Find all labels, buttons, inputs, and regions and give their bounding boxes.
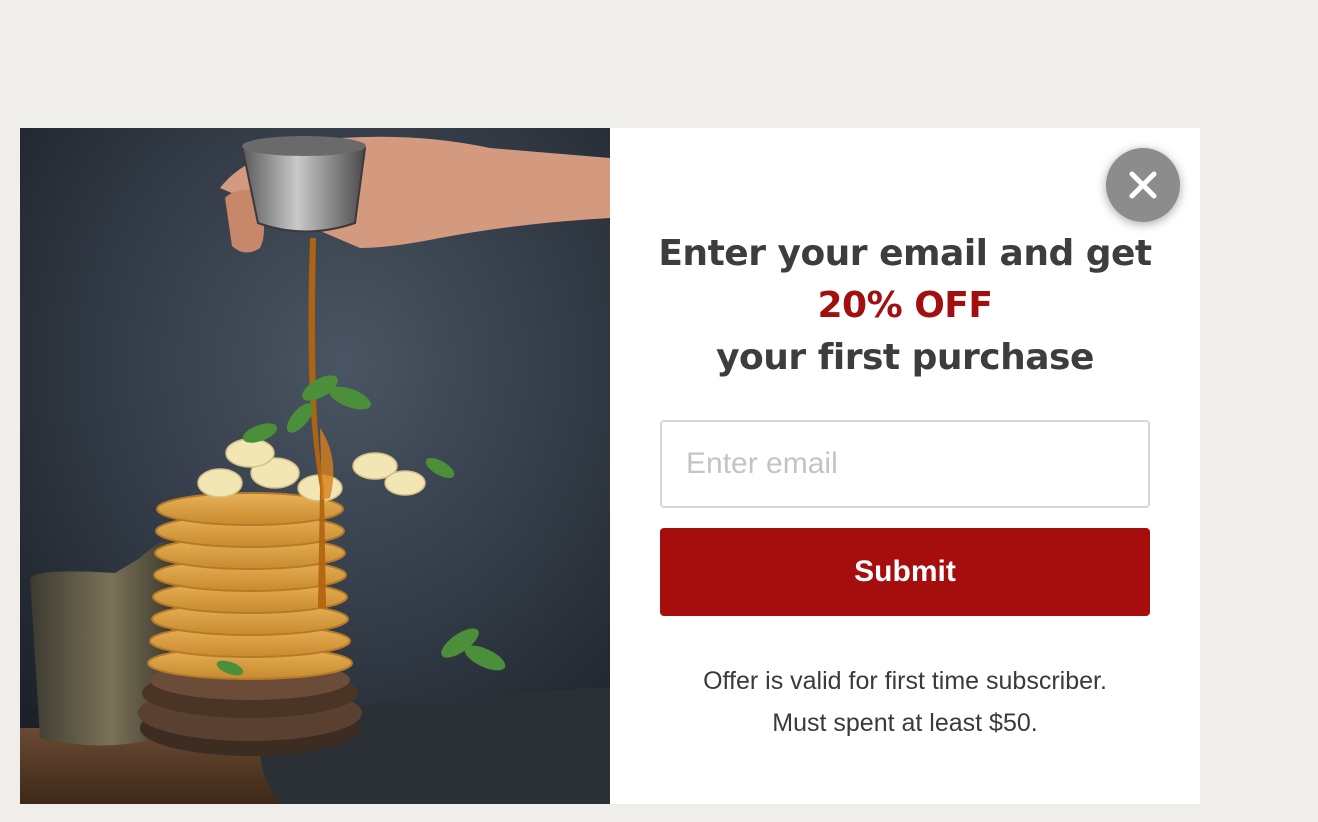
newsletter-modal: Enter your email and get 20% OFF your fi… bbox=[20, 128, 1200, 804]
disclaimer-line-2: Must spent at least $50. bbox=[772, 709, 1038, 737]
headline-line-1: Enter your email and get bbox=[658, 233, 1152, 274]
offer-disclaimer: Offer is valid for first time subscriber… bbox=[610, 660, 1200, 744]
email-field[interactable] bbox=[660, 420, 1150, 508]
offer-headline: Enter your email and get 20% OFF your fi… bbox=[610, 228, 1200, 384]
submit-button[interactable]: Submit bbox=[660, 528, 1150, 616]
close-icon bbox=[1129, 171, 1157, 199]
discount-highlight: 20% OFF bbox=[817, 285, 994, 326]
signup-form-panel: Enter your email and get 20% OFF your fi… bbox=[610, 128, 1200, 804]
disclaimer-line-1: Offer is valid for first time subscriber… bbox=[703, 667, 1107, 695]
promo-image bbox=[20, 128, 610, 804]
pancake-stack-illustration bbox=[20, 128, 610, 804]
headline-line-3: your first purchase bbox=[716, 337, 1094, 378]
close-button[interactable] bbox=[1106, 148, 1180, 222]
